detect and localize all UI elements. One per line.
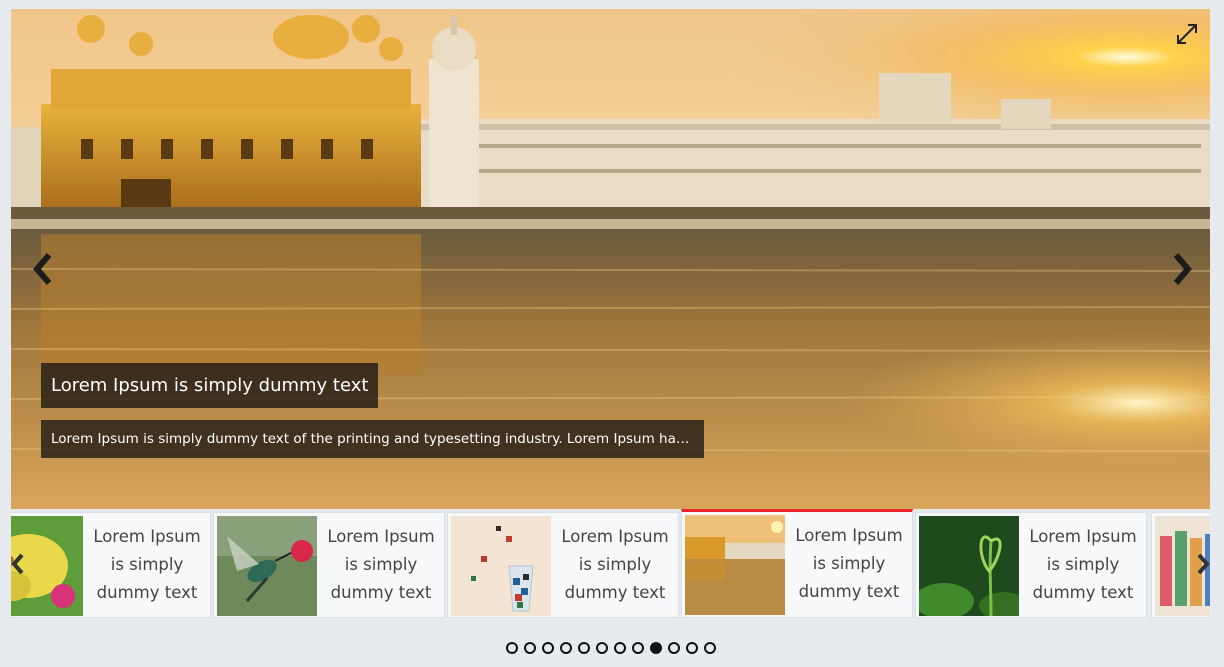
thumbnail-image-dice-glass [451, 516, 551, 616]
slider-next-button[interactable] [1166, 249, 1196, 289]
thumbnail-strip[interactable]: Lorem Ipsum is simply dummy text Lorem I… [11, 509, 1210, 625]
image-slider[interactable]: Lorem Ipsum is simply dummy text Lorem I… [11, 9, 1210, 509]
chevron-left-icon [33, 253, 52, 285]
fullscreen-button[interactable] [1174, 21, 1200, 47]
chevron-left-icon [12, 553, 24, 575]
thumbnail-item-active[interactable]: Lorem Ipsum is simply dummy text [681, 509, 913, 618]
thumbnail-image-hummingbird [217, 516, 317, 616]
thumbnail-item[interactable]: Lorem Ipsum is simply dummy text [447, 512, 679, 618]
slide-caption-description: Lorem Ipsum is simply dummy text of the … [41, 420, 704, 458]
pagination-dot[interactable] [632, 642, 644, 654]
thumbnail-image-golden-temple [685, 515, 785, 615]
thumbnail-label: Lorem Ipsum is simply dummy text [1029, 527, 1137, 602]
thumbnail-prev-button[interactable] [11, 549, 25, 579]
pagination-dots [506, 642, 716, 654]
pagination-dot[interactable] [614, 642, 626, 654]
pagination-dot[interactable] [596, 642, 608, 654]
pagination-dot-active[interactable] [650, 642, 662, 654]
chevron-right-icon [1173, 253, 1192, 285]
thumbnail-label: Lorem Ipsum is simply dummy text [795, 526, 903, 601]
slide-caption-title: Lorem Ipsum is simply dummy text [41, 363, 379, 408]
pagination-dot[interactable] [560, 642, 572, 654]
pagination-dot[interactable] [704, 642, 716, 654]
thumbnail-label: Lorem Ipsum is simply dummy text [93, 527, 201, 602]
thumbnail-image-plant-sprout [919, 516, 1019, 616]
thumbnail-item[interactable]: Lorem Ipsum is simply dummy text [213, 512, 445, 618]
pagination-dot[interactable] [668, 642, 680, 654]
expand-icon [1177, 24, 1197, 44]
chevron-right-icon [1197, 553, 1209, 575]
pagination-dot[interactable] [578, 642, 590, 654]
thumbnail-next-button[interactable] [1196, 549, 1210, 579]
thumbnail-item[interactable]: Lorem Ipsum is simply dummy text [11, 512, 211, 618]
pagination-dot[interactable] [506, 642, 518, 654]
pagination-dot[interactable] [686, 642, 698, 654]
thumbnail-label: Lorem Ipsum is simply dummy text [561, 527, 669, 602]
pagination-dot[interactable] [542, 642, 554, 654]
thumbnail-item[interactable]: Lorem Ipsum is simply dummy text [915, 512, 1147, 618]
thumbnail-label: Lorem Ipsum is simply dummy text [327, 527, 435, 602]
slider-prev-button[interactable] [29, 249, 59, 289]
pagination-dot[interactable] [524, 642, 536, 654]
